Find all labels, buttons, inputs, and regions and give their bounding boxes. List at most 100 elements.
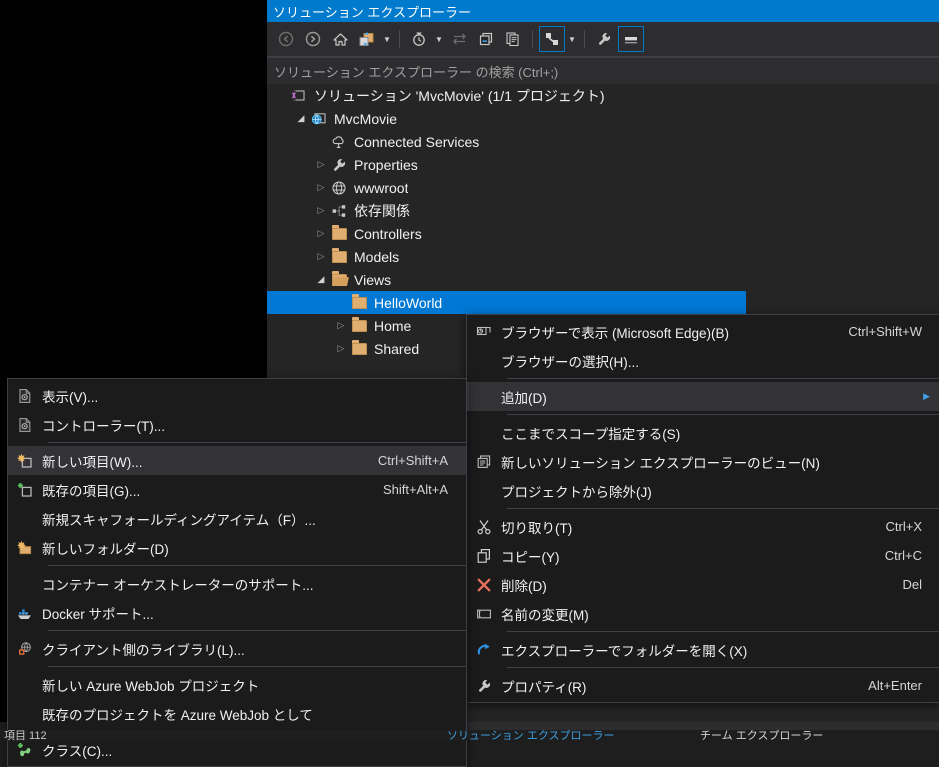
tree-item-label: Connected Services <box>354 133 480 150</box>
menu-item-4[interactable]: 新しいソリューション エクスプローラーのビュー(N) <box>467 447 939 476</box>
status-solution-explorer-tab[interactable]: ソリューション エクスプローラー <box>447 730 615 741</box>
search-input[interactable]: ソリューション エクスプローラー の検索 (Ctrl+;) <box>267 57 939 86</box>
status-team-explorer-tab[interactable]: チーム エクスプローラー <box>700 730 823 741</box>
menu-icon-none <box>467 476 501 505</box>
menu-item-1[interactable]: ブラウザーの選択(H)... <box>467 346 939 375</box>
menu-item-label: 表示(V)... <box>42 389 99 405</box>
tree-item-views[interactable]: ◢ Views <box>267 268 939 291</box>
menu-item-10[interactable]: エクスプローラーでフォルダーを開く(X) <box>467 635 939 664</box>
menu-item-6[interactable]: コンテナー オーケストレーターのサポート... <box>8 569 466 598</box>
history-icon[interactable] <box>406 26 432 52</box>
chevron-right-icon[interactable]: ▷ <box>313 176 329 199</box>
menu-separator <box>507 667 939 668</box>
menu-item-7[interactable]: コピー(Y) Ctrl+C <box>467 541 939 570</box>
menu-item-3[interactable]: 既存の項目(G)... Shift+Alt+A <box>8 475 466 504</box>
menu-item-label: Docker サポート... <box>42 606 154 622</box>
tree-item-helloworld[interactable]: HelloWorld <box>267 291 746 314</box>
tree-item-[interactable]: ▷ 依存関係 <box>267 199 939 222</box>
solution-explorer-titlebar[interactable]: ソリューション エクスプローラー <box>267 0 939 22</box>
menu-separator <box>48 442 466 443</box>
menu-item-label: 既存の項目(G)... <box>42 483 141 499</box>
preview-pane-icon[interactable] <box>618 26 644 52</box>
menu-item-5[interactable]: プロジェクトから除外(J) <box>467 476 939 505</box>
menu-item-6[interactable]: 切り取り(T) Ctrl+X <box>467 512 939 541</box>
menu-item-2[interactable]: 追加(D) ▶ <box>467 382 939 411</box>
chevron-right-icon[interactable]: ▷ <box>313 245 329 268</box>
tree-item-wwwroot[interactable]: ▷ wwwroot <box>267 176 939 199</box>
filter-icon[interactable] <box>539 26 565 52</box>
menu-item-5[interactable]: 新しいフォルダー(D) <box>8 533 466 562</box>
tree-item-controllers[interactable]: ▷ Controllers <box>267 222 939 245</box>
chevron-right-icon[interactable]: ▷ <box>313 222 329 245</box>
menu-item-label: 新しいフォルダー(D) <box>42 541 169 557</box>
menu-item-shortcut: Shift+Alt+A <box>382 482 448 497</box>
menu-item-11[interactable]: プロパティ(R) Alt+Enter <box>467 671 939 700</box>
filter-chevron-down-icon[interactable]: ▼ <box>566 27 578 51</box>
menu-separator <box>507 631 939 632</box>
forward-icon[interactable] <box>300 26 326 52</box>
pending-changes-icon[interactable] <box>354 26 380 52</box>
menu-separator <box>48 630 466 631</box>
folder-open-icon <box>329 268 349 291</box>
menu-item-7[interactable]: Docker サポート... <box>8 598 466 627</box>
menu-item-label: エクスプローラーでフォルダーを開く(X) <box>501 643 748 659</box>
chevron-right-icon[interactable]: ▷ <box>333 314 349 337</box>
tree-item-label: Properties <box>354 156 418 173</box>
menu-icon-none <box>467 418 501 447</box>
chevron-down-icon[interactable]: ◢ <box>293 107 309 130</box>
web-project-icon <box>309 107 329 130</box>
history-chevron-down-icon[interactable]: ▼ <box>433 27 445 51</box>
menu-item-3[interactable]: ここまでスコープ指定する(S) <box>467 418 939 447</box>
toolbar-separator <box>584 30 585 48</box>
menu-item-shortcut: Ctrl+C <box>884 548 922 563</box>
client-library-icon <box>8 634 42 663</box>
menu-item-label: 削除(D) <box>501 578 547 594</box>
tree-item-connected-services[interactable]: Connected Services <box>267 130 939 153</box>
menu-item-2[interactable]: 新しい項目(W)... Ctrl+Shift+A <box>8 446 466 475</box>
folder-icon <box>349 291 369 314</box>
menu-item-label: 新しい項目(W)... <box>42 454 143 470</box>
tree-item-label: Controllers <box>354 225 422 242</box>
menu-item-0[interactable]: ブラウザーで表示 (Microsoft Edge)(B) Ctrl+Shift+W <box>467 317 939 346</box>
menu-item-10[interactable]: 既存のプロジェクトを Azure WebJob として <box>8 699 466 728</box>
menu-item-4[interactable]: 新規スキャフォールディングアイテム（F）... <box>8 504 466 533</box>
menu-item-label: コピー(Y) <box>501 549 560 565</box>
pending-changes-chevron-down-icon[interactable]: ▼ <box>381 27 393 51</box>
tree-item-properties[interactable]: ▷ Properties <box>267 153 939 176</box>
cut-icon <box>467 512 501 541</box>
menu-item-shortcut: Ctrl+Shift+W <box>848 324 922 339</box>
view-page-icon <box>8 381 42 410</box>
menu-item-label: 新規スキャフォールディングアイテム（F）... <box>42 512 316 528</box>
tree-item-mvcmovie-1-1[interactable]: ソリューション 'MvcMovie' (1/1 プロジェクト) <box>267 84 939 107</box>
tree-item-label: wwwroot <box>354 179 409 196</box>
menu-item-8[interactable]: クライアント側のライブラリ(L)... <box>8 634 466 663</box>
chevron-right-icon[interactable]: ▷ <box>313 199 329 222</box>
chevron-down-icon[interactable]: ◢ <box>313 268 329 291</box>
show-all-files-icon[interactable] <box>500 26 526 52</box>
copy-icon <box>467 541 501 570</box>
context-menu[interactable]: ブラウザーで表示 (Microsoft Edge)(B) Ctrl+Shift+W… <box>466 314 939 703</box>
back-icon[interactable] <box>273 26 299 52</box>
sync-icon[interactable] <box>446 26 472 52</box>
menu-item-9[interactable]: 新しい Azure WebJob プロジェクト <box>8 670 466 699</box>
home-icon[interactable] <box>327 26 353 52</box>
properties-wrench-icon[interactable] <box>591 26 617 52</box>
menu-item-0[interactable]: 表示(V)... <box>8 381 466 410</box>
solution-icon <box>289 84 309 107</box>
menu-item-8[interactable]: 削除(D) Del <box>467 570 939 599</box>
chevron-right-icon[interactable]: ▷ <box>313 153 329 176</box>
folder-icon <box>349 337 369 360</box>
tree-item-models[interactable]: ▷ Models <box>267 245 939 268</box>
menu-item-1[interactable]: コントローラー(T)... <box>8 410 466 439</box>
menu-icon-none <box>8 504 42 533</box>
delete-icon <box>467 570 501 599</box>
menu-separator <box>48 666 466 667</box>
menu-item-9[interactable]: 名前の変更(M) <box>467 599 939 628</box>
rename-icon <box>467 599 501 628</box>
properties-icon <box>467 671 501 700</box>
add-submenu[interactable]: 表示(V)... コントローラー(T)... 新しい項目(W)... Ctrl+Shi… <box>7 378 467 767</box>
tree-item-mvcmovie[interactable]: ◢ MvcMovie <box>267 107 939 130</box>
collapse-all-icon[interactable] <box>473 26 499 52</box>
chevron-right-icon[interactable]: ▷ <box>333 337 349 360</box>
